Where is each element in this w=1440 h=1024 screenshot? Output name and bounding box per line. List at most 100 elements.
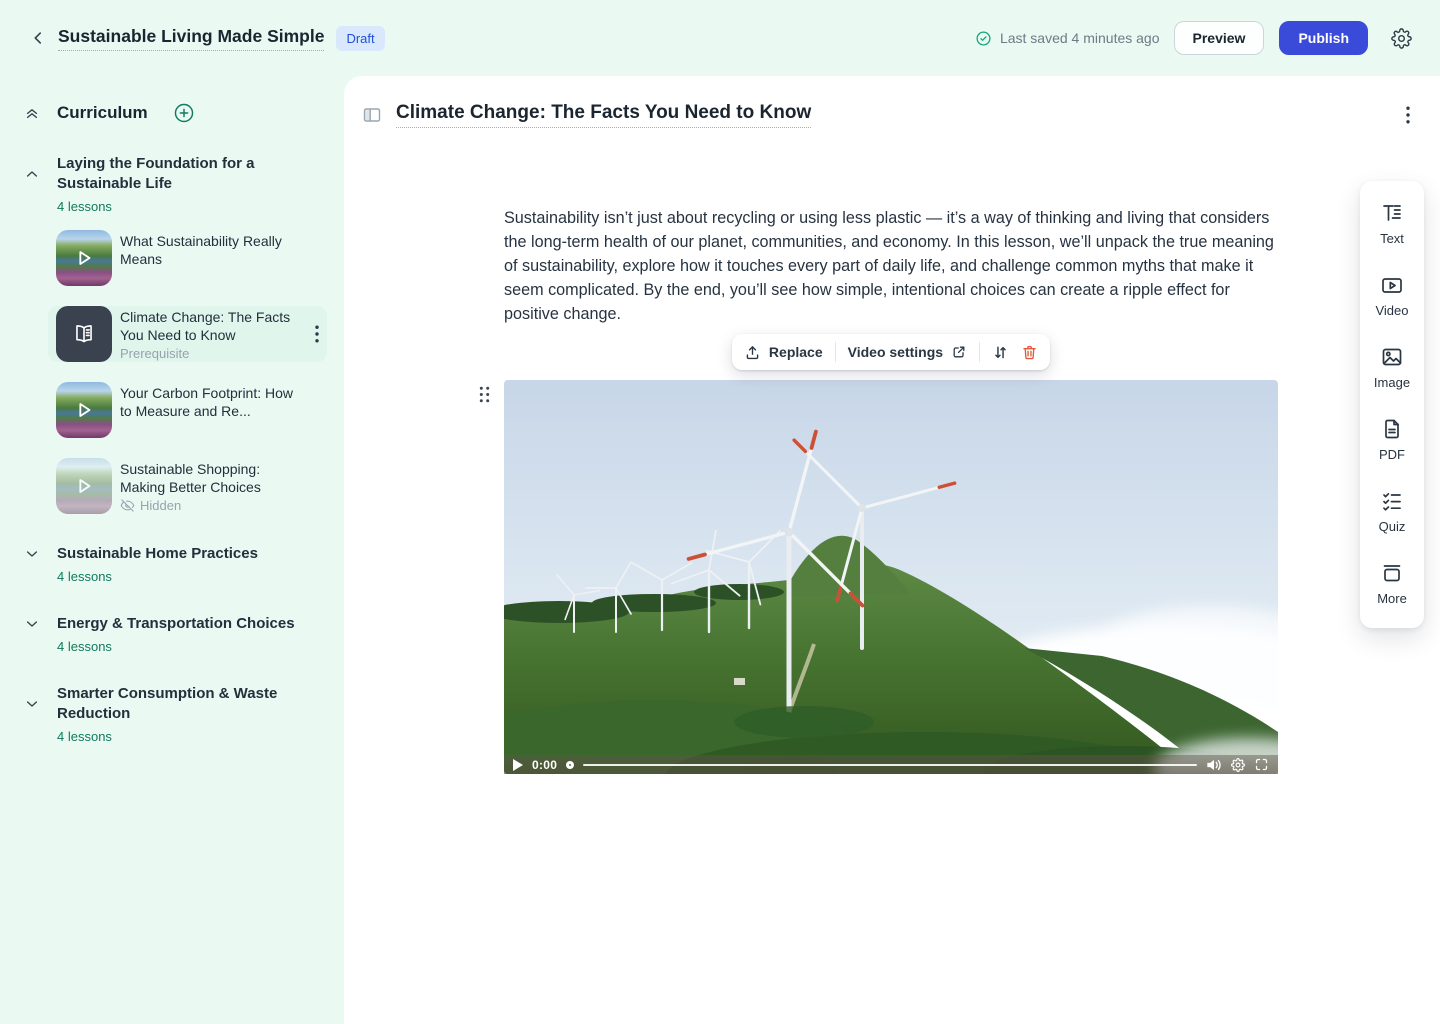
lesson-title: Your Carbon Footprint: How to Measure an… — [120, 384, 302, 420]
lesson-item-hidden[interactable]: Sustainable Shopping: Making Better Choi… — [48, 458, 327, 514]
section-lesson-count: 4 lessons — [57, 569, 344, 584]
progress-track[interactable] — [583, 764, 1197, 766]
lesson-list: What Sustainability Really Means Climate… — [0, 230, 344, 514]
section-lesson-count: 4 lessons — [57, 639, 344, 654]
section-lesson-count: 4 lessons — [57, 199, 344, 214]
external-link-icon — [951, 344, 967, 360]
play-button[interactable] — [513, 759, 523, 771]
chevron-down-icon — [24, 616, 40, 632]
lesson-title: Climate Change: The Facts You Need to Kn… — [120, 308, 302, 344]
settings-button[interactable] — [1386, 23, 1416, 53]
scrubber-handle[interactable] — [566, 761, 574, 769]
more-blocks-icon — [1380, 561, 1404, 585]
add-image-block[interactable]: Image — [1374, 345, 1410, 390]
collapse-all-button[interactable] — [24, 105, 40, 121]
video-thumbnail — [56, 382, 112, 438]
kebab-menu-icon — [315, 325, 319, 343]
double-chevron-up-icon — [24, 105, 40, 121]
delete-block-button[interactable] — [1021, 344, 1038, 361]
reorder-block-button[interactable] — [992, 344, 1009, 361]
drag-handle-icon[interactable] — [479, 386, 490, 403]
toolbar-divider — [835, 342, 836, 362]
video-thumbnail — [56, 230, 112, 286]
volume-button[interactable] — [1206, 758, 1222, 772]
play-icon — [513, 759, 523, 771]
move-up-down-icon — [992, 344, 1009, 361]
preview-button[interactable]: Preview — [1174, 21, 1265, 55]
gear-icon — [1391, 28, 1412, 49]
last-saved-text: Last saved 4 minutes ago — [1000, 30, 1160, 46]
chevron-left-icon — [29, 29, 47, 47]
video-block-toolbar: Replace Video settings — [732, 334, 1050, 370]
curriculum-header: Curriculum — [0, 76, 344, 124]
pdf-block-icon — [1380, 417, 1404, 441]
wind-farm-still — [504, 380, 1278, 774]
intro-paragraph[interactable]: Sustainability isn’t just about recyclin… — [504, 206, 1278, 326]
player-controls: 0:00 — [504, 755, 1278, 774]
lesson-menu-button[interactable] — [313, 321, 321, 347]
lesson-badge-text: Hidden — [140, 498, 181, 513]
status-badge: Draft — [336, 26, 384, 51]
toolbar-divider — [979, 342, 980, 362]
section-toggle[interactable]: Energy & Transportation Choices — [0, 614, 344, 634]
video-block-icon — [1380, 273, 1404, 297]
trash-icon — [1021, 344, 1038, 361]
chevron-down-icon — [24, 696, 40, 712]
lesson-hidden-badge: Hidden — [120, 498, 302, 513]
video-settings-button[interactable]: Video settings — [848, 344, 967, 360]
text-block-icon — [1380, 201, 1404, 225]
kebab-menu-icon — [1406, 106, 1410, 124]
lesson-content: Sustainability isn’t just about recyclin… — [344, 206, 1440, 774]
gear-icon — [1231, 758, 1245, 772]
replace-video-button[interactable]: Replace — [744, 344, 823, 361]
add-text-block[interactable]: Text — [1380, 201, 1404, 246]
toggle-sidebar-button[interactable] — [362, 105, 382, 125]
section-toggle[interactable]: Laying the Foundation for a Sustainable … — [0, 154, 344, 194]
section-toggle[interactable]: Smarter Consumption & Waste Reduction — [0, 684, 344, 724]
section-toggle[interactable]: Sustainable Home Practices — [0, 544, 344, 564]
back-button[interactable] — [24, 24, 52, 52]
play-icon — [73, 399, 95, 421]
play-icon — [73, 475, 95, 497]
reading-lesson-tile — [56, 306, 112, 362]
fullscreen-button[interactable] — [1254, 757, 1269, 772]
lesson-item[interactable]: What Sustainability Really Means — [48, 230, 327, 286]
lesson-header: Climate Change: The Facts You Need to Kn… — [344, 76, 1440, 128]
check-circle-icon — [975, 30, 992, 47]
curriculum-section: Laying the Foundation for a Sustainable … — [0, 154, 344, 514]
curriculum-title: Curriculum — [57, 103, 148, 123]
curriculum-sidebar: Curriculum Laying the Foundation for a S… — [0, 76, 344, 1024]
palette-label: Image — [1374, 375, 1410, 390]
add-section-button[interactable] — [173, 102, 195, 124]
lesson-badge: Prerequisite — [120, 346, 302, 361]
palette-label: Video — [1375, 303, 1408, 318]
page-title[interactable]: Climate Change: The Facts You Need to Kn… — [396, 102, 811, 128]
video-frame[interactable] — [504, 380, 1278, 774]
lesson-options-button[interactable] — [1400, 102, 1416, 128]
palette-label: PDF — [1379, 447, 1405, 462]
curriculum-section: Energy & Transportation Choices 4 lesson… — [0, 614, 344, 654]
section-title: Smarter Consumption & Waste Reduction — [57, 684, 302, 724]
lesson-item-selected[interactable]: Climate Change: The Facts You Need to Kn… — [48, 306, 327, 362]
publish-button[interactable]: Publish — [1279, 21, 1368, 55]
lesson-item[interactable]: Your Carbon Footprint: How to Measure an… — [48, 382, 327, 438]
add-pdf-block[interactable]: PDF — [1379, 417, 1405, 462]
player-settings-button[interactable] — [1231, 758, 1245, 772]
section-lesson-count: 4 lessons — [57, 729, 344, 744]
eye-off-icon — [120, 498, 135, 513]
add-quiz-block[interactable]: Quiz — [1379, 489, 1406, 534]
lesson-title: Sustainable Shopping: Making Better Choi… — [120, 460, 302, 496]
chevron-up-icon — [24, 166, 40, 182]
more-blocks-button[interactable]: More — [1377, 561, 1407, 606]
course-title[interactable]: Sustainable Living Made Simple — [58, 26, 324, 51]
lesson-editor-panel: Climate Change: The Facts You Need to Kn… — [344, 76, 1440, 1024]
palette-label: Text — [1380, 231, 1404, 246]
video-block: Replace Video settings — [504, 334, 1278, 774]
add-video-block[interactable]: Video — [1375, 273, 1408, 318]
volume-icon — [1206, 758, 1222, 772]
curriculum-section: Sustainable Home Practices 4 lessons — [0, 544, 344, 584]
video-thumbnail — [56, 458, 112, 514]
top-bar: Sustainable Living Made Simple Draft Las… — [0, 0, 1440, 76]
upload-icon — [744, 344, 761, 361]
last-saved-status: Last saved 4 minutes ago — [975, 30, 1160, 47]
